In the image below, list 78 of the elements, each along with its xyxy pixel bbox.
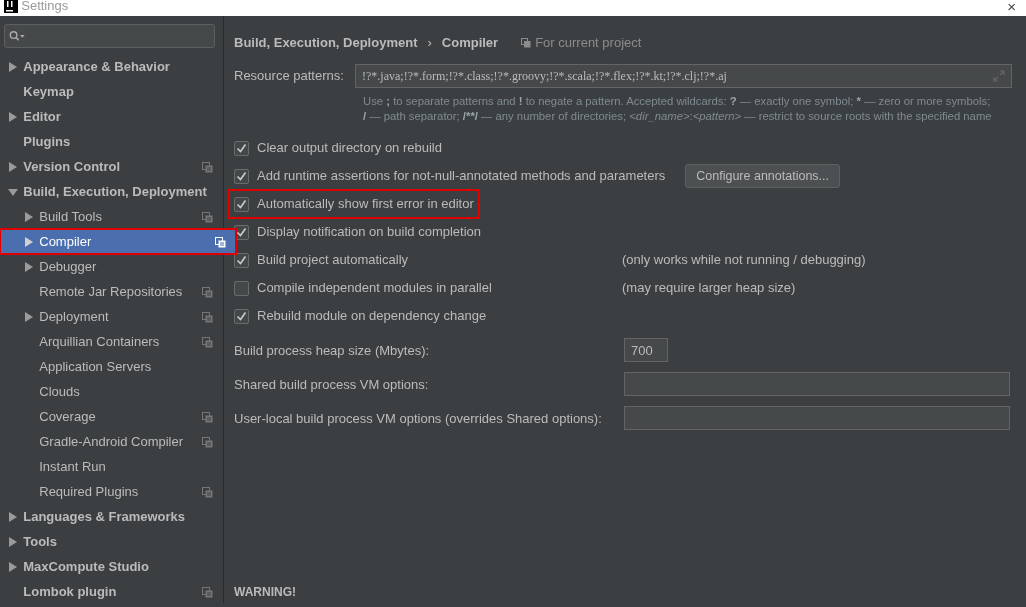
tree-item[interactable]: Required Plugins [0,479,223,504]
field-label: User-local build process VM options (overrides Shared options): [234,409,603,428]
vm-options-field[interactable] [624,406,1010,431]
tree-item[interactable]: Version Control [0,154,223,179]
tree-item[interactable]: Debugger [0,254,223,279]
close-button[interactable]: × [1007,0,1016,14]
project-scope-icon [202,436,213,448]
breadcrumb-separator: › [427,34,432,53]
expand-arrow-icon[interactable] [8,561,18,572]
expand-arrow-icon[interactable] [8,511,18,522]
tree-item[interactable]: Languages & Frameworks [0,504,223,529]
tree-item[interactable]: Application Servers [0,354,223,379]
checkbox-label[interactable]: Clear output directory on rebuild [257,138,442,158]
project-scope-icon [202,486,213,498]
checkbox-label[interactable]: Display notification on build completion [257,222,481,242]
project-scope-icon [202,161,213,173]
warning-heading: WARNING! [234,584,297,601]
project-scope-icon [202,286,213,298]
checkbox-label[interactable]: Add runtime assertions for not-null-annotated methods and parameters [257,166,666,186]
checkbox-label[interactable]: Compile independent modules in parallel [257,278,492,298]
search-icon [9,30,26,42]
expand-arrow-icon[interactable] [24,311,34,322]
tree-item[interactable]: Instant Run [0,454,223,479]
expand-arrow-icon[interactable] [24,261,34,272]
configure-annotations-button[interactable]: Configure annotations... [685,163,840,189]
note-text: (only works while not running / debugging) [622,251,866,270]
scope-label: For current project [535,34,642,53]
collapse-arrow-icon[interactable] [8,186,18,197]
tree-item[interactable]: Clouds [0,379,223,404]
field-label: Resource patterns: [234,67,345,86]
expand-arrow-icon[interactable] [8,161,18,172]
tree-item[interactable]: Deployment [0,304,223,329]
checkbox[interactable] [234,280,249,296]
checkbox[interactable] [234,308,249,324]
resource-patterns-field[interactable]: !?*.java;!?*.form;!?*.class;!?*.groovy;!?*.scala;!?*.flex;!?*.kt;!?*.clj;!?*.aj [355,64,1012,88]
expand-arrow-icon[interactable] [24,211,34,222]
tree-item[interactable]: Keymap [0,79,223,104]
project-scope-icon [202,411,213,423]
checkbox[interactable] [234,140,249,156]
tree-item[interactable]: Plugins [0,129,223,154]
tree-item[interactable]: Gradle-Android Compiler [0,429,223,454]
checkbox[interactable] [234,168,249,184]
checkbox-label[interactable]: Rebuild module on dependency change [257,306,487,326]
heap-size-field[interactable]: 700 [624,338,668,363]
search-field[interactable] [4,24,215,48]
breadcrumb-parent[interactable]: Build, Execution, Deployment [234,33,418,53]
tree-item[interactable]: Arquillian Containers [0,329,223,354]
tree-item[interactable]: Remote Jar Repositories [0,279,223,304]
tree-item[interactable]: Tools [0,529,223,554]
field-label: Build process heap size (Mbytes): [234,341,431,360]
checkbox[interactable] [234,196,249,212]
tree-item[interactable]: Coverage [0,404,223,429]
expand-arrow-icon[interactable] [24,236,34,247]
hint-text: Use ; to separate patterns and ! to negate a pattern. Accepted wildcards: ? — exactly one symbol; * — zero or more symbols; / — path separator; /**/ — any number of directories; <dir_name>:<pattern> — restrict to source roots with the specified name [363,94,993,124]
vm-options-field[interactable] [624,372,1010,397]
tree-item[interactable]: Editor [0,104,223,129]
note-text: (may require larger heap size) [622,279,796,298]
expand-arrow-icon[interactable] [8,111,18,122]
breadcrumb-current: Compiler [441,34,499,53]
expand-icon [993,70,1005,82]
project-scope-icon [521,38,532,48]
field-label: Shared build process VM options: [234,375,430,394]
checkbox[interactable] [234,252,249,268]
project-scope-icon [202,311,213,323]
tree-item[interactable]: MaxCompute Studio [0,554,223,579]
tree-item[interactable]: Compiler [0,229,236,254]
tree-item[interactable]: Build Tools [0,204,223,229]
expand-arrow-icon[interactable] [8,61,18,72]
window-title: Settings [21,0,69,16]
project-scope-icon [215,236,226,248]
tree-item[interactable]: Appearance & Behavior [0,54,223,79]
expand-arrow-icon[interactable] [8,536,18,547]
project-scope-icon [202,211,213,223]
project-scope-icon [202,586,213,598]
tree-item[interactable]: Lombok plugin [0,579,223,604]
checkbox-label[interactable]: Build project automatically [257,250,409,270]
project-scope-icon [202,336,213,348]
tree-item[interactable]: Build, Execution, Deployment [0,179,223,204]
